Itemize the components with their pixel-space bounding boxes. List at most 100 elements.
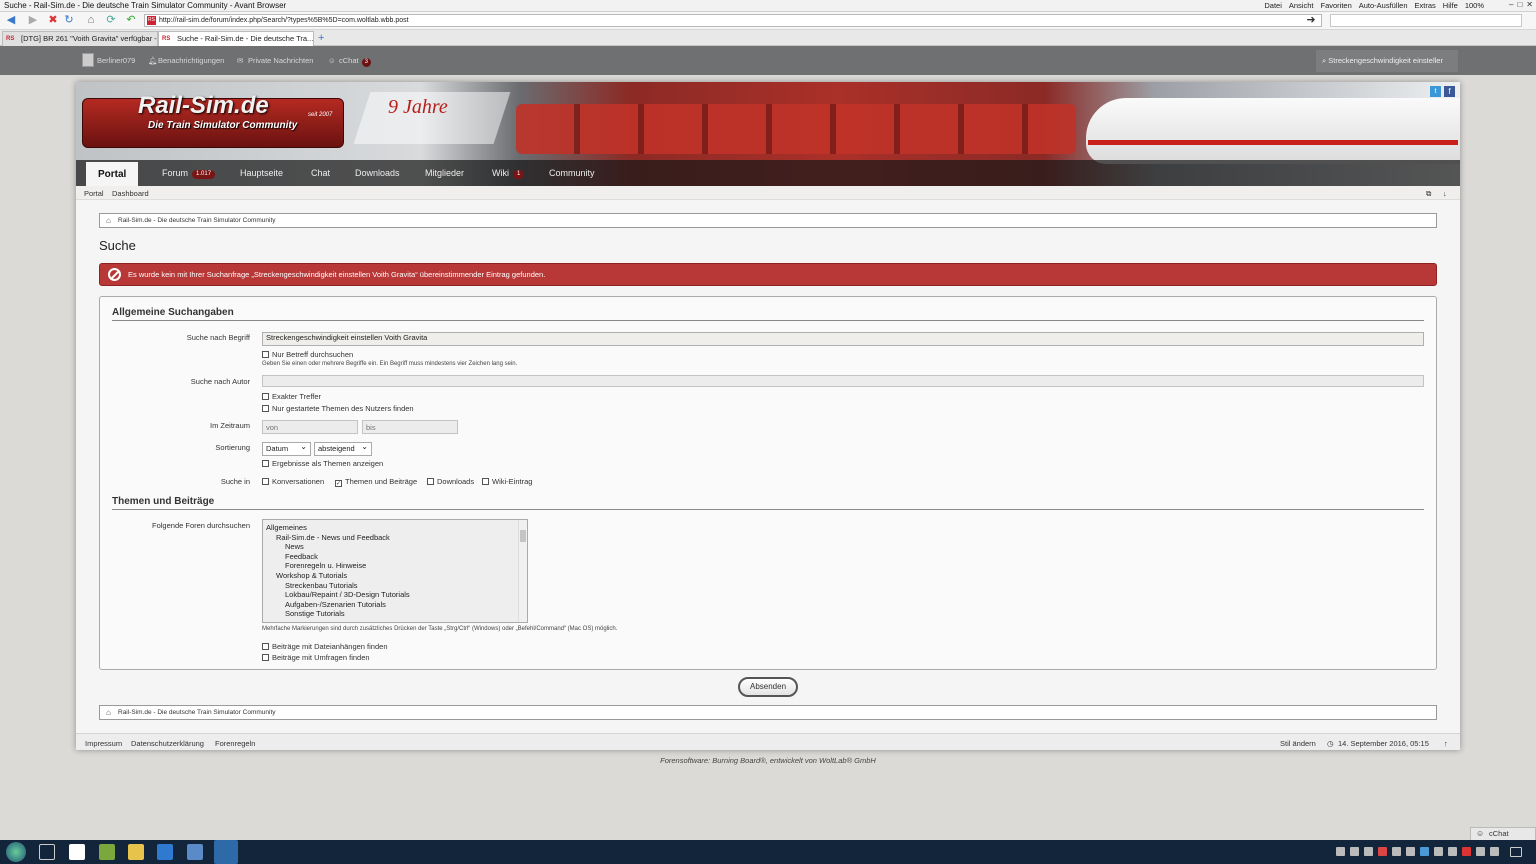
footer-datenschutz[interactable]: Datenschutzerklärung [131, 739, 204, 748]
subject-only-checkbox[interactable]: Nur Betreff durchsuchen [262, 350, 353, 359]
forum-option[interactable]: Allgemeines [266, 523, 527, 533]
polls-checkbox[interactable]: Beiträge mit Umfragen finden [262, 653, 370, 662]
menu-hilfe[interactable]: Hilfe [1443, 1, 1458, 10]
attachments-checkbox[interactable]: Beiträge mit Dateianhängen finden [262, 642, 388, 651]
footer-impressum[interactable]: Impressum [85, 739, 122, 748]
scrollbar-thumb[interactable] [520, 530, 526, 542]
date-to-input[interactable] [362, 420, 458, 434]
forum-option[interactable]: Sonstige Tutorials [266, 609, 527, 619]
tab-br261[interactable]: RS [DTG] BR 261 "Voith Gravita" verfügba… [2, 31, 158, 46]
search-in-downloads-checkbox[interactable]: Downloads [427, 477, 474, 486]
network-icon[interactable] [1490, 847, 1499, 856]
scroll-down-icon[interactable]: ↓ [1443, 189, 1447, 198]
tray-icon[interactable] [1392, 847, 1401, 856]
nav-mitglieder[interactable]: Mitglieder [425, 168, 464, 178]
home-icon[interactable]: ⌂ [106, 214, 111, 227]
avant-browser-active-icon[interactable] [214, 840, 238, 864]
explorer-icon[interactable] [128, 844, 144, 860]
tray-icon[interactable] [1378, 847, 1387, 856]
subnav-portal[interactable]: Portal [84, 189, 104, 198]
show-as-threads-checkbox[interactable]: Ergebnisse als Themen anzeigen [262, 459, 383, 468]
tray-icon[interactable] [1406, 847, 1415, 856]
nav-chat[interactable]: Chat [311, 168, 330, 178]
forum-option[interactable]: Rail-Sim.de - News und Feedback [266, 533, 527, 543]
subnav-dashboard[interactable]: Dashboard [112, 189, 149, 198]
username-link[interactable]: Berliner079 [97, 56, 135, 65]
tray-icon[interactable] [1350, 847, 1359, 856]
refresh-icon[interactable]: ↻ [62, 14, 76, 27]
forum-option[interactable]: Aufgaben-/Szenarien Tutorials [266, 600, 527, 610]
search-in-threads-checkbox[interactable]: ✓ Themen und Beiträge [335, 477, 417, 487]
avant-browser-icon[interactable] [157, 844, 173, 860]
menu-auto-ausfuellen[interactable]: Auto-Ausfüllen [1359, 1, 1408, 10]
menu-ansicht[interactable]: Ansicht [1289, 1, 1314, 10]
author-input[interactable] [262, 375, 1424, 387]
menu-datei[interactable]: Datei [1264, 1, 1282, 10]
tray-icon[interactable] [1448, 847, 1457, 856]
messages-icon[interactable]: ✉ [237, 56, 243, 65]
maximize-icon[interactable]: □ [1517, 0, 1522, 9]
search-in-wiki-checkbox[interactable]: Wiki-Eintrag [482, 477, 532, 486]
zoom-level[interactable]: 100% [1465, 1, 1484, 10]
bell-icon[interactable]: 🔔︎ [148, 56, 158, 65]
cchat-link[interactable]: cChat 3 [339, 56, 371, 67]
tray-icon[interactable] [1420, 847, 1429, 856]
go-icon[interactable]: ➜ [1304, 14, 1318, 27]
nav-downloads[interactable]: Downloads [355, 168, 400, 178]
undo-icon[interactable]: ↶ [124, 14, 138, 27]
chat-icon[interactable]: ☺ [328, 56, 336, 65]
private-messages-link[interactable]: Private Nachrichten [248, 56, 313, 65]
exact-match-checkbox[interactable]: Exakter Treffer [262, 392, 321, 401]
twitter-icon[interactable]: t [1430, 86, 1441, 97]
menu-favoriten[interactable]: Favoriten [1320, 1, 1351, 10]
sort-order-select[interactable]: absteigend [314, 441, 372, 456]
forum-option[interactable]: Feedback [266, 552, 527, 562]
task-view-icon[interactable] [39, 844, 55, 860]
notifications-link[interactable]: Benachrichtigungen [158, 56, 224, 65]
browser-search-input[interactable] [1330, 14, 1522, 27]
nav-wiki[interactable]: Wiki 1 [492, 168, 525, 179]
submit-button[interactable]: Absenden [738, 677, 798, 697]
facebook-icon[interactable]: f [1444, 86, 1455, 97]
window-icon[interactable] [187, 844, 203, 860]
tab-suche[interactable]: RS Suche - Rail-Sim.de - Die deutsche Tr… [158, 31, 314, 46]
sync-icon[interactable]: ⟳ [104, 14, 118, 27]
forum-select-list[interactable]: Allgemeines Rail-Sim.de - News und Feedb… [262, 519, 528, 623]
avatar[interactable] [82, 53, 94, 67]
site-logo[interactable]: Rail-Sim.de [138, 92, 269, 120]
back-icon[interactable]: ◀ [4, 14, 18, 27]
tray-icon[interactable] [1364, 847, 1373, 856]
cchat-panel-tab[interactable]: ☺ cChat [1470, 827, 1536, 841]
nav-forum[interactable]: Forum 1.017 [162, 168, 216, 179]
forum-list-scrollbar[interactable] [518, 520, 527, 622]
nav-hauptseite[interactable]: Hauptseite [240, 168, 283, 178]
nav-community[interactable]: Community [549, 168, 595, 178]
forum-option[interactable]: Streckenbau Tutorials [266, 581, 527, 591]
sort-field-select[interactable]: Datum [262, 441, 311, 456]
tray-icon[interactable] [1336, 847, 1345, 856]
app-icon[interactable] [99, 844, 115, 860]
change-style-link[interactable]: Stil ändern [1280, 739, 1316, 748]
scroll-top-icon[interactable]: ↑ [1444, 739, 1448, 748]
sitemap-icon[interactable]: ⧉ [1426, 189, 1431, 199]
tray-icon[interactable] [1434, 847, 1443, 856]
address-bar[interactable]: RS http://rail-sim.de/forum/index.php/Se… [144, 14, 1322, 27]
tray-icon[interactable] [1462, 847, 1471, 856]
breadcrumb-link[interactable]: Rail-Sim.de - Die deutsche Train Simulat… [118, 709, 276, 716]
footer-forenregeln[interactable]: Forenregeln [215, 739, 255, 748]
forum-option[interactable]: News [266, 542, 527, 552]
start-icon[interactable] [6, 842, 26, 862]
search-term-input[interactable]: Streckengeschwindigkeit einstellen Voith… [262, 332, 1424, 346]
search-in-conversations-checkbox[interactable]: Konversationen [262, 477, 324, 486]
forum-search-input[interactable]: ⌕ Streckengeschwindigkeit einsteller [1316, 50, 1458, 72]
forum-option[interactable]: Forenregeln u. Hinweise [266, 561, 527, 571]
forward-icon[interactable]: ▶ [26, 14, 40, 27]
nav-portal[interactable]: Portal [86, 162, 139, 186]
only-started-checkbox[interactable]: Nur gestartete Themen des Nutzers finden [262, 404, 414, 413]
menu-extras[interactable]: Extras [1415, 1, 1436, 10]
volume-icon[interactable] [1476, 847, 1485, 856]
date-from-input[interactable] [262, 420, 358, 434]
store-icon[interactable] [69, 844, 85, 860]
notifications-icon[interactable] [1510, 847, 1522, 857]
new-tab-icon[interactable]: + [318, 32, 324, 44]
